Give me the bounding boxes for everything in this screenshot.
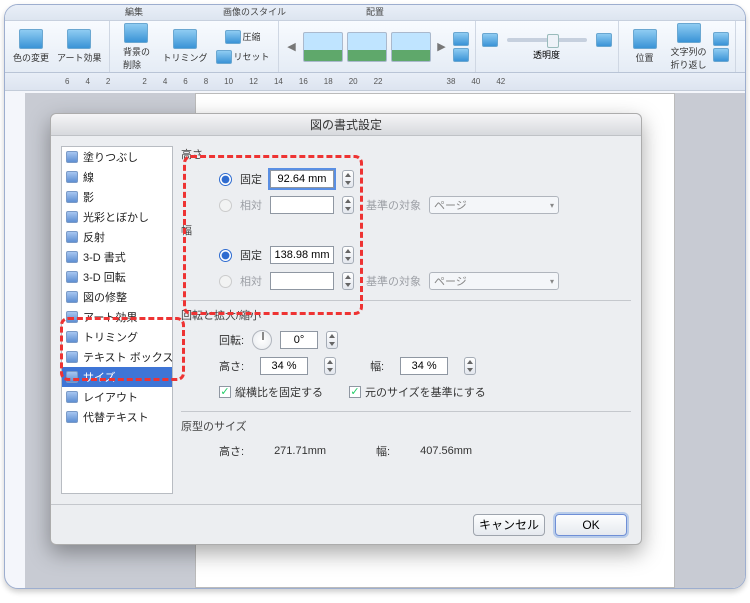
- cancel-button[interactable]: キャンセル: [473, 514, 545, 536]
- height-relative-stepper[interactable]: [342, 196, 354, 214]
- label-height: 高さ:: [219, 358, 244, 374]
- app-window: 編集 画像のスタイル 配置 色の変更 アート効果 背景の 削除 トリミング 圧縮…: [4, 4, 746, 589]
- rotation-stepper[interactable]: [326, 331, 338, 349]
- use-original-checkbox[interactable]: ✓元のサイズを基準にする: [349, 384, 486, 400]
- label-height: 高さ:: [219, 443, 244, 459]
- sidebar-item-layout[interactable]: レイアウト: [62, 387, 172, 407]
- sidebar-item-art-effects[interactable]: アート効果: [62, 307, 172, 327]
- ribbon-tab[interactable]: 画像のスタイル: [223, 5, 286, 20]
- scale-height-input[interactable]: [260, 357, 308, 375]
- rotation-dial[interactable]: [252, 330, 272, 350]
- ribbon: 色の変更 アート効果 背景の 削除 トリミング 圧縮 リセット ◀ ▶: [5, 21, 745, 73]
- original-height-value: 271.71mm: [274, 445, 326, 457]
- rotation-input[interactable]: [280, 331, 318, 349]
- lock-aspect-checkbox[interactable]: ✓縦横比を固定する: [219, 384, 323, 400]
- position-button[interactable]: 位置: [625, 27, 665, 66]
- sidebar-item-reflection[interactable]: 反射: [62, 227, 172, 247]
- sidebar-item-size[interactable]: サイズ: [62, 367, 172, 387]
- recolor-button[interactable]: 色の変更: [11, 27, 51, 66]
- sidebar-item-3d-format[interactable]: 3-D 書式: [62, 247, 172, 267]
- reset-button[interactable]: リセット: [214, 48, 272, 66]
- ribbon-tab[interactable]: 編集: [125, 5, 143, 20]
- size-panel: 高さ 固定 相対 基準の対象 ページ▾ 幅: [181, 146, 631, 494]
- section-original: 原型のサイズ: [181, 418, 631, 434]
- height-relative-input[interactable]: [270, 196, 334, 214]
- label-width: 幅:: [376, 443, 390, 459]
- label-relative: 相対: [240, 273, 262, 289]
- dialog-sidebar: 塗りつぶし 線 影 光彩とぼかし 反射 3-D 書式 3-D 回転 図の修整 ア…: [61, 146, 173, 494]
- height-base-select[interactable]: ページ▾: [429, 196, 559, 214]
- height-relative-radio[interactable]: [219, 199, 232, 212]
- width-fixed-radio[interactable]: [219, 249, 232, 262]
- ok-button[interactable]: OK: [555, 514, 627, 536]
- width-relative-input[interactable]: [270, 272, 334, 290]
- bg-remove-button[interactable]: 背景の 削除: [116, 21, 156, 73]
- sidebar-item-corrections[interactable]: 図の修整: [62, 287, 172, 307]
- sidebar-item-crop[interactable]: トリミング: [62, 327, 172, 347]
- width-relative-stepper[interactable]: [342, 272, 354, 290]
- section-width: 幅: [181, 222, 631, 238]
- label-width: 幅:: [370, 358, 384, 374]
- original-width-value: 407.56mm: [420, 445, 472, 457]
- crop-button[interactable]: トリミング: [160, 27, 209, 66]
- arrange-icon[interactable]: [713, 32, 729, 46]
- sidebar-item-3d-rotation[interactable]: 3-D 回転: [62, 267, 172, 287]
- label-fixed: 固定: [240, 247, 262, 263]
- scale-width-input[interactable]: [400, 357, 448, 375]
- width-fixed-input[interactable]: [270, 246, 334, 264]
- sidebar-item-glow[interactable]: 光彩とぼかし: [62, 207, 172, 227]
- label-rotation: 回転:: [219, 332, 244, 348]
- section-rotate: 回転と拡大/縮小: [181, 307, 631, 323]
- wrap-button[interactable]: 文字列の 折り返し: [669, 21, 709, 73]
- style-thumb[interactable]: [347, 32, 387, 62]
- sidebar-item-shadow[interactable]: 影: [62, 187, 172, 207]
- ribbon-tab-bar: 編集 画像のスタイル 配置: [5, 5, 745, 21]
- dialog-footer: キャンセル OK: [51, 504, 641, 544]
- label-base: 基準の対象: [366, 197, 421, 213]
- label-relative: 相対: [240, 197, 262, 213]
- height-fixed-radio[interactable]: [219, 173, 232, 186]
- label-base: 基準の対象: [366, 273, 421, 289]
- sidebar-item-line[interactable]: 線: [62, 167, 172, 187]
- ribbon-tab[interactable]: 配置: [366, 5, 384, 20]
- width-base-select[interactable]: ページ▾: [429, 272, 559, 290]
- sidebar-item-fill[interactable]: 塗りつぶし: [62, 147, 172, 167]
- height-fixed-stepper[interactable]: [342, 170, 354, 188]
- height-fixed-input[interactable]: [270, 170, 334, 188]
- dialog-title: 図の書式設定: [51, 114, 641, 136]
- style-thumb[interactable]: [391, 32, 431, 62]
- width-relative-radio[interactable]: [219, 275, 232, 288]
- width-fixed-stepper[interactable]: [342, 246, 354, 264]
- art-effects-button[interactable]: アート効果: [55, 27, 103, 66]
- format-picture-dialog: 図の書式設定 塗りつぶし 線 影 光彩とぼかし 反射 3-D 書式 3-D 回転…: [50, 113, 642, 545]
- style-more-icon[interactable]: [453, 32, 469, 46]
- transparency-slider[interactable]: 透明度: [482, 32, 612, 61]
- compress-button[interactable]: 圧縮: [214, 28, 272, 46]
- style-effects-icon[interactable]: [453, 48, 469, 62]
- style-next-icon[interactable]: ▶: [435, 40, 449, 53]
- arrange-icon[interactable]: [713, 48, 729, 62]
- sidebar-item-alt-text[interactable]: 代替テキスト: [62, 407, 172, 427]
- style-prev-icon[interactable]: ◀: [285, 40, 299, 53]
- label-fixed: 固定: [240, 171, 262, 187]
- style-thumb[interactable]: [303, 32, 343, 62]
- sidebar-item-textbox[interactable]: テキスト ボックス: [62, 347, 172, 367]
- scale-width-stepper[interactable]: [464, 357, 476, 375]
- scale-height-stepper[interactable]: [324, 357, 336, 375]
- horizontal-ruler: 642246810121416182022384042: [5, 73, 745, 91]
- section-height: 高さ: [181, 146, 631, 162]
